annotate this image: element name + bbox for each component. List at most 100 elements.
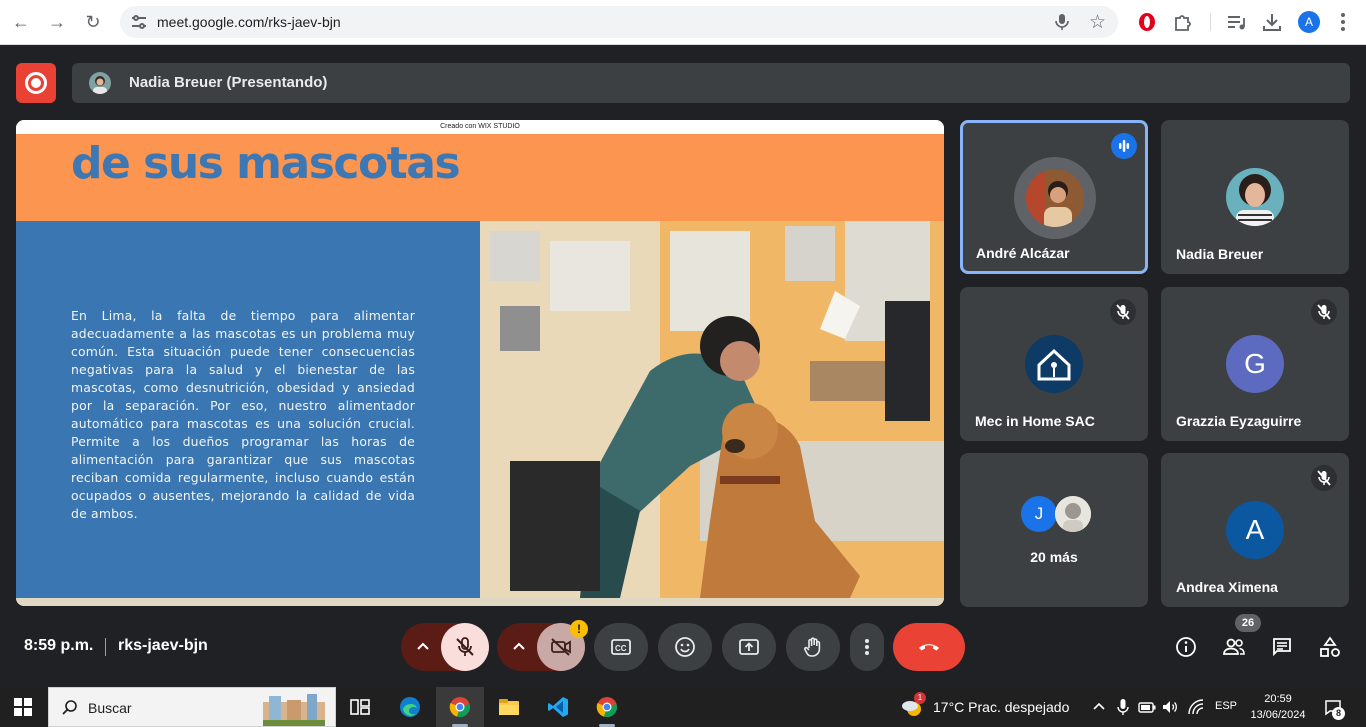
url-text[interactable]: meet.google.com/rks-jaev-bjn xyxy=(157,14,341,30)
camera-warning-badge: ! xyxy=(570,620,588,638)
chrome-second-window-icon[interactable] xyxy=(595,695,619,719)
extensions-puzzle-icon[interactable] xyxy=(1172,11,1194,33)
meeting-code: rks-jaev-bjn xyxy=(118,637,208,654)
speaking-indicator-icon xyxy=(1111,133,1137,159)
raise-hand-icon xyxy=(804,637,821,657)
microphone-icon[interactable] xyxy=(1052,12,1072,32)
windows-taskbar: Buscar 1 17°C Prac. despejado ESP 20:59 … xyxy=(0,687,1366,727)
participant-avatar: G xyxy=(1226,335,1284,393)
clock-date: 13/06/2024 xyxy=(1250,709,1306,721)
windows-start-icon[interactable] xyxy=(14,698,32,716)
chrome-icon[interactable] xyxy=(448,695,472,719)
record-dot xyxy=(31,78,41,88)
slide-bottom-strip xyxy=(16,598,944,606)
presentation-slide: Creado con WIX STUDIO de sus mascotas En… xyxy=(16,120,944,606)
participant-avatar: A xyxy=(1226,501,1284,559)
captions-button[interactable]: CC xyxy=(594,623,648,671)
back-arrow-icon[interactable]: ← xyxy=(9,10,33,34)
leave-call-button[interactable] xyxy=(893,623,965,671)
speaking-ring xyxy=(1014,157,1096,239)
meeting-info-icon[interactable] xyxy=(1174,635,1198,659)
slide-illustration xyxy=(480,221,944,598)
participant-name: Andrea Ximena xyxy=(1176,579,1278,595)
participant-tile-grazzia[interactable]: G Grazzia Eyzaguirre xyxy=(1161,287,1349,441)
input-language[interactable]: ESP xyxy=(1215,700,1237,712)
taskbar-search-box[interactable]: Buscar xyxy=(48,687,336,727)
participant-avatar xyxy=(1026,169,1084,227)
mic-off-icon xyxy=(456,637,474,656)
browser-menu-icon[interactable] xyxy=(1336,11,1350,33)
audio-options-chevron-icon[interactable] xyxy=(411,635,435,659)
show-hidden-icons-chevron-icon[interactable] xyxy=(1090,698,1108,716)
notification-count-badge: 8 xyxy=(1332,707,1345,720)
mic-off-icon xyxy=(1311,299,1337,325)
site-settings-icon[interactable] xyxy=(130,13,148,31)
more-participants-label: 20 más xyxy=(1030,549,1078,565)
presenter-bar: Nadia Breuer (Presentando) xyxy=(72,63,1350,103)
more-options-button[interactable] xyxy=(850,623,884,671)
profile-avatar[interactable]: A xyxy=(1298,11,1320,33)
clock-time: 20:59 xyxy=(1264,693,1292,705)
video-options-chevron-icon[interactable] xyxy=(507,635,531,659)
volume-icon[interactable] xyxy=(1161,698,1179,716)
presenter-avatar xyxy=(89,72,111,94)
browser-toolbar: ← → ↻ meet.google.com/rks-jaev-bjn ☆ A xyxy=(0,0,1366,45)
participant-tile-nadia[interactable]: Nadia Breuer xyxy=(1161,120,1349,274)
toolbar-divider xyxy=(1210,13,1211,31)
emoji-icon xyxy=(675,637,695,657)
present-screen-icon xyxy=(739,639,759,655)
participant-tile-andre[interactable]: André Alcázar xyxy=(960,120,1148,274)
participant-avatar xyxy=(1055,496,1091,532)
raise-hand-button[interactable] xyxy=(786,623,840,671)
bookmark-star-icon[interactable]: ☆ xyxy=(1089,11,1106,34)
participant-avatar: J xyxy=(1021,496,1057,532)
microphone-toggle-button[interactable] xyxy=(441,623,489,671)
battery-icon[interactable] xyxy=(1138,698,1156,716)
wifi-icon[interactable] xyxy=(1187,698,1205,716)
weather-icon[interactable]: 1 xyxy=(900,692,926,719)
reload-icon[interactable]: ↻ xyxy=(81,10,105,34)
vscode-icon[interactable] xyxy=(546,695,570,719)
participant-name: André Alcázar xyxy=(976,245,1070,261)
participant-tile-mec[interactable]: Mec in Home SAC xyxy=(960,287,1148,441)
closed-captions-icon: CC xyxy=(611,639,631,655)
participant-name: Nadia Breuer xyxy=(1176,246,1264,262)
slide-heading: de sus mascotas xyxy=(71,138,461,189)
media-queue-icon[interactable] xyxy=(1225,11,1247,33)
participant-tile-andrea[interactable]: A Andrea Ximena xyxy=(1161,453,1349,607)
recording-button[interactable] xyxy=(16,63,56,103)
slide-header-band: de sus mascotas xyxy=(16,134,944,221)
activities-icon[interactable] xyxy=(1318,635,1342,659)
task-view-icon[interactable] xyxy=(348,695,372,719)
present-screen-button[interactable] xyxy=(722,623,776,671)
wix-watermark: Creado con WIX STUDIO xyxy=(16,120,944,134)
presenter-name: Nadia Breuer (Presentando) xyxy=(129,74,328,91)
taskbar-clock[interactable]: 20:59 13/06/2024 xyxy=(1250,691,1306,723)
participant-name: Mec in Home SAC xyxy=(975,413,1095,429)
audio-control-group xyxy=(401,623,489,671)
hang-up-icon xyxy=(919,644,939,651)
opera-extension-icon[interactable] xyxy=(1136,11,1158,33)
file-explorer-icon[interactable] xyxy=(497,695,521,719)
participant-tile-others[interactable]: J 20 más xyxy=(960,453,1148,607)
footer-divider xyxy=(105,638,106,656)
participant-avatar xyxy=(1226,168,1284,226)
reactions-button[interactable] xyxy=(658,623,712,671)
microphone-tray-icon[interactable] xyxy=(1114,698,1132,716)
search-icon xyxy=(62,700,77,715)
people-icon[interactable] xyxy=(1222,635,1246,659)
forward-arrow-icon[interactable]: → xyxy=(45,10,69,34)
chat-icon[interactable] xyxy=(1270,635,1294,659)
downloads-icon[interactable] xyxy=(1261,11,1283,33)
search-highlight-illustration xyxy=(263,694,325,726)
search-placeholder: Buscar xyxy=(88,700,132,716)
address-bar[interactable]: meet.google.com/rks-jaev-bjn ☆ xyxy=(120,6,1118,38)
weather-text[interactable]: 17°C Prac. despejado xyxy=(933,699,1069,715)
camera-off-icon xyxy=(551,638,571,656)
edge-icon[interactable] xyxy=(398,695,422,719)
mic-off-icon xyxy=(1110,299,1136,325)
participant-avatar xyxy=(1025,335,1083,393)
participant-name: Grazzia Eyzaguirre xyxy=(1176,413,1302,429)
mic-off-icon xyxy=(1311,465,1337,491)
notifications-button[interactable]: 8 xyxy=(1323,697,1345,720)
